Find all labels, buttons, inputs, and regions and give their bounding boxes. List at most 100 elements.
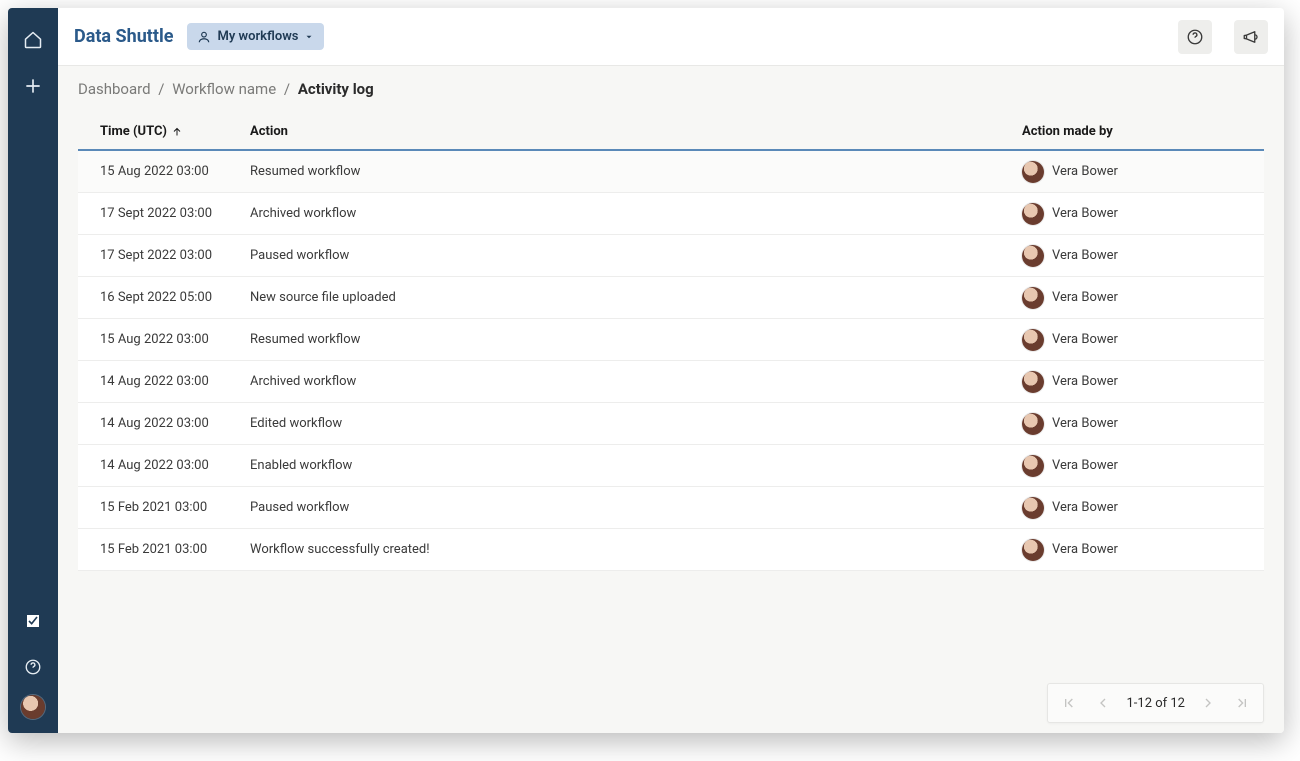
cell-user: Vera Bower <box>1022 455 1242 477</box>
cell-user: Vera Bower <box>1022 497 1242 519</box>
table-row[interactable]: 16 Sept 2022 05:00New source file upload… <box>78 277 1264 319</box>
table-row[interactable]: 17 Sept 2022 03:00Paused workflow Vera Bo… <box>78 235 1264 277</box>
cell-action: Edited workflow <box>250 416 1022 431</box>
user-avatar <box>1022 203 1044 225</box>
col-header-action[interactable]: Action <box>250 124 1022 139</box>
plus-icon <box>23 76 43 96</box>
cell-user: Vera Bower <box>1022 413 1242 435</box>
help-circle-icon <box>1186 28 1204 46</box>
chevron-last-icon <box>1234 695 1250 711</box>
cell-time: 15 Feb 2021 03:00 <box>100 500 250 515</box>
cell-user: Vera Bower <box>1022 287 1242 309</box>
cell-user: Vera Bower <box>1022 203 1242 225</box>
cell-time: 17 Sept 2022 03:00 <box>100 248 250 263</box>
table-row[interactable]: 14 Aug 2022 03:00Enabled workflowVera Bo… <box>78 445 1264 487</box>
user-avatar <box>1022 329 1044 351</box>
user-avatar <box>1022 455 1044 477</box>
main-area: Data Shuttle My workflows Dashboard / Wo… <box>58 8 1284 733</box>
cell-action: Paused workflow <box>250 500 1022 515</box>
table-row[interactable]: 17 Sept 2022 03:00Archived workflow Vera … <box>78 193 1264 235</box>
user-name: Vera Bower <box>1052 164 1118 179</box>
cell-time: 17 Sept 2022 03:00 <box>100 206 250 221</box>
table-row[interactable]: 15 Aug 2022 03:00Resumed workflow Vera Bo… <box>78 151 1264 193</box>
table-row[interactable]: 15 Aug 2022 03:00Resumed workflow Vera Bo… <box>78 319 1264 361</box>
app-title: Data Shuttle <box>74 26 173 47</box>
check-sheet-icon <box>25 613 41 629</box>
page-prev-button[interactable] <box>1092 692 1114 714</box>
table-row[interactable]: 14 Aug 2022 03:00Archived workflow Vera B… <box>78 361 1264 403</box>
table-row[interactable]: 15 Feb 2021 03:00Paused workflow Vera Bow… <box>78 487 1264 529</box>
help-icon <box>24 658 42 676</box>
cell-time: 15 Feb 2021 03:00 <box>100 542 250 557</box>
cell-action: Paused workflow <box>250 248 1022 263</box>
cell-action: Archived workflow <box>250 206 1022 221</box>
user-avatar <box>1022 161 1044 183</box>
chevron-first-icon <box>1061 695 1077 711</box>
page-last-button[interactable] <box>1231 692 1253 714</box>
user-name: Vera Bower <box>1052 374 1118 389</box>
user-name: Vera Bower <box>1052 500 1118 515</box>
page-next-button[interactable] <box>1197 692 1219 714</box>
add-button[interactable] <box>15 68 51 104</box>
user-name: Vera Bower <box>1052 332 1118 347</box>
smartsheet-button[interactable] <box>15 603 51 639</box>
help-rail-button[interactable] <box>15 649 51 685</box>
user-avatar <box>1022 413 1044 435</box>
cell-time: 14 Aug 2022 03:00 <box>100 374 250 389</box>
cell-action: Workflow successfully created! <box>250 542 1022 557</box>
announcements-button[interactable] <box>1234 20 1268 54</box>
cell-time: 16 Sept 2022 05:00 <box>100 290 250 305</box>
megaphone-icon <box>1242 28 1260 46</box>
col-header-by[interactable]: Action made by <box>1022 124 1242 139</box>
user-name: Vera Bower <box>1052 416 1118 431</box>
breadcrumb: Dashboard / Workflow name / Activity log <box>58 66 1284 114</box>
table-header: Time (UTC) Action Action made by <box>78 114 1264 151</box>
cell-action: Enabled workflow <box>250 458 1022 473</box>
breadcrumb-dashboard[interactable]: Dashboard <box>78 80 151 98</box>
activity-table: Time (UTC) Action Action made by 15 Aug … <box>78 114 1264 571</box>
my-workflows-label: My workflows <box>217 29 298 44</box>
cell-action: Resumed workflow <box>250 332 1022 347</box>
user-name: Vera Bower <box>1052 248 1118 263</box>
cell-action: Resumed workflow <box>250 164 1022 179</box>
breadcrumb-workflow-name[interactable]: Workflow name <box>172 80 276 98</box>
col-header-time-label: Time (UTC) <box>100 124 167 139</box>
user-avatar <box>1022 497 1044 519</box>
pagination: 1-12 of 12 <box>1047 683 1264 723</box>
help-button[interactable] <box>1178 20 1212 54</box>
user-avatar <box>1022 539 1044 561</box>
cell-user: Vera Bower <box>1022 245 1242 267</box>
table-row[interactable]: 14 Aug 2022 03:00Edited workflow Vera Bow… <box>78 403 1264 445</box>
user-icon <box>197 30 211 44</box>
home-button[interactable] <box>15 22 51 58</box>
app-frame: Data Shuttle My workflows Dashboard / Wo… <box>8 8 1284 733</box>
cell-time: 15 Aug 2022 03:00 <box>100 164 250 179</box>
sort-asc-icon <box>171 126 183 138</box>
cell-user: Vera Bower <box>1022 161 1242 183</box>
caret-down-icon <box>304 32 314 42</box>
home-icon <box>23 30 43 50</box>
cell-action: Archived workflow <box>250 374 1022 389</box>
user-avatar <box>1022 287 1044 309</box>
nav-rail <box>8 8 58 733</box>
col-header-time[interactable]: Time (UTC) <box>100 124 250 139</box>
cell-user: Vera Bower <box>1022 539 1242 561</box>
pagination-label: 1-12 of 12 <box>1126 696 1185 711</box>
cell-user: Vera Bower <box>1022 329 1242 351</box>
cell-time: 14 Aug 2022 03:00 <box>100 458 250 473</box>
chevron-left-icon <box>1095 695 1111 711</box>
cell-user: Vera Bower <box>1022 371 1242 393</box>
breadcrumb-current: Activity log <box>298 80 374 98</box>
user-name: Vera Bower <box>1052 206 1118 221</box>
user-name: Vera Bower <box>1052 290 1118 305</box>
my-workflows-chip[interactable]: My workflows <box>187 23 324 50</box>
cell-time: 14 Aug 2022 03:00 <box>100 416 250 431</box>
page-first-button[interactable] <box>1058 692 1080 714</box>
cell-action: New source file uploaded <box>250 290 1022 305</box>
user-avatar <box>1022 371 1044 393</box>
cell-time: 15 Aug 2022 03:00 <box>100 332 250 347</box>
chevron-right-icon <box>1200 695 1216 711</box>
user-avatar-rail[interactable] <box>21 695 45 719</box>
table-row[interactable]: 15 Feb 2021 03:00Workflow successfully c… <box>78 529 1264 571</box>
user-name: Vera Bower <box>1052 542 1118 557</box>
